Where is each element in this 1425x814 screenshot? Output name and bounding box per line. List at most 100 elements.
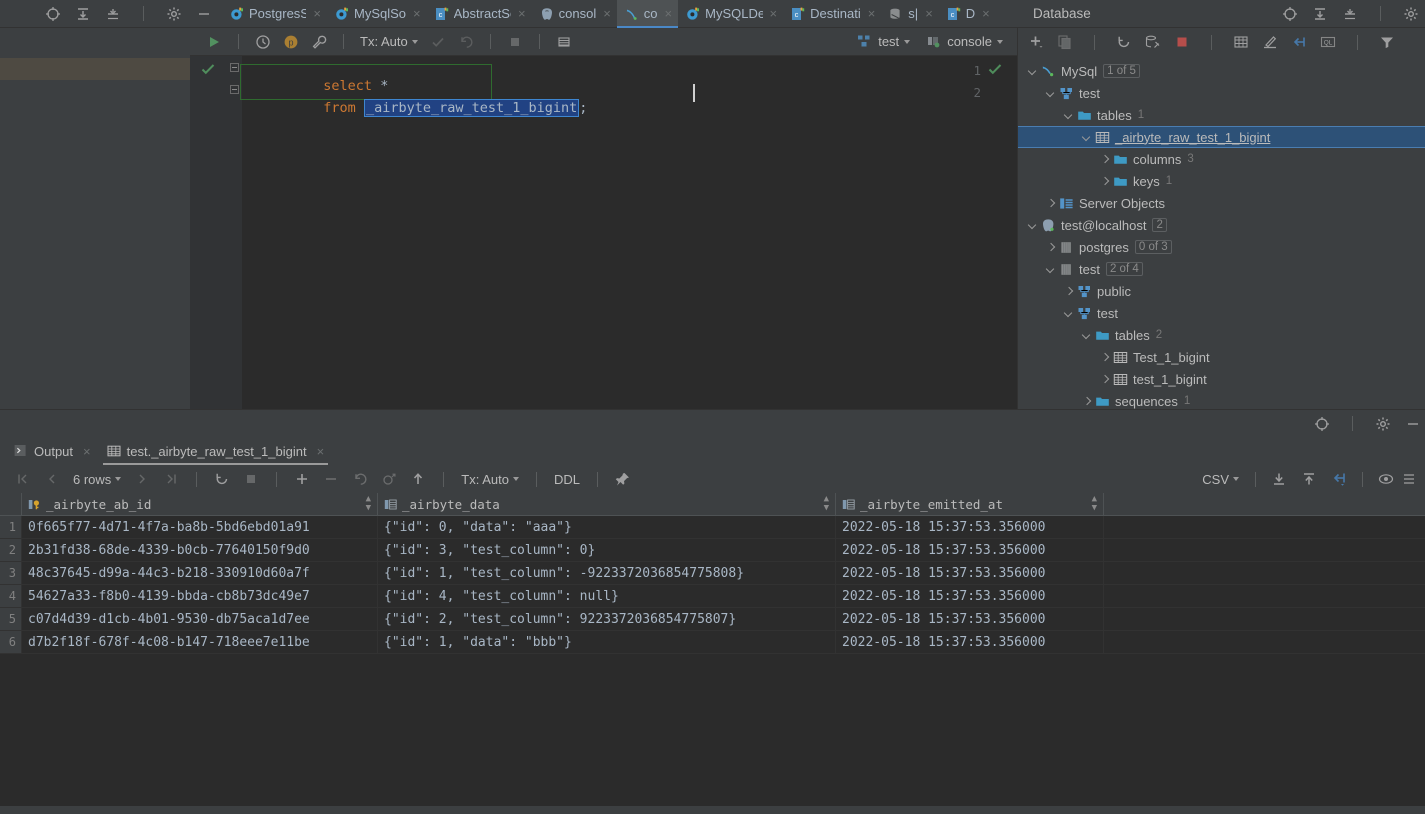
session-chip[interactable]: console (926, 34, 1003, 50)
cell-airbyte-data[interactable]: {"id": 4, "test_column": null} (378, 585, 836, 607)
gear-icon[interactable] (1403, 6, 1419, 22)
chevron-right-icon[interactable] (1098, 175, 1111, 188)
hide-panel-icon[interactable] (196, 6, 212, 22)
submit-icon[interactable] (410, 471, 426, 487)
close-icon[interactable]: × (770, 6, 778, 21)
close-icon[interactable]: × (83, 444, 91, 459)
editor-tab-postgress[interactable]: PostgresS × (222, 0, 327, 28)
tree-node-test-1-bigint[interactable]: Test_1_bigint (1018, 346, 1425, 368)
add-row-icon[interactable] (294, 471, 310, 487)
grid-tx-mode-selector[interactable]: Tx: Auto (461, 472, 519, 487)
tree-node-test[interactable]: test (1018, 82, 1425, 104)
tree-node-postgres[interactable]: postgres 0 of 3 (1018, 236, 1425, 258)
refresh-icon[interactable] (1116, 34, 1132, 50)
tree-node-test[interactable]: test 2 of 4 (1018, 258, 1425, 280)
pin-tab-icon[interactable] (615, 471, 631, 487)
chevron-down-icon[interactable] (1026, 65, 1039, 78)
result-tab-test-airbyte-raw-test-1-bigint[interactable]: test._airbyte_raw_test_1_bigint × (99, 437, 333, 465)
editor-tab-consol[interactable]: consol × (532, 0, 617, 28)
tree-node-columns[interactable]: columns 3 (1018, 148, 1425, 170)
cell-airbyte-ab-id[interactable]: 0f665f77-4d71-4f7a-ba8b-5bd6ebd01a91 (22, 516, 378, 538)
table-row[interactable]: 5 c07d4d39-d1cb-4b01-9530-db75aca1d7ee {"i… (0, 608, 1425, 631)
chevron-down-icon[interactable] (1080, 131, 1093, 144)
cell-airbyte-ab-id[interactable]: 2b31fd38-68de-4339-b0cb-77640150f9d0 (22, 539, 378, 561)
gear-icon[interactable] (1375, 416, 1391, 432)
tree-node--airbyte-raw-test-1-bigint[interactable]: _airbyte_raw_test_1_bigint (1018, 126, 1425, 148)
grid-column-header--airbyte-ab-id[interactable]: _airbyte_ab_id ▲ ▼ (22, 493, 378, 515)
editor-tab-co[interactable]: co × (616, 0, 679, 28)
chevron-right-icon[interactable] (1080, 395, 1093, 408)
show-output-icon[interactable] (556, 34, 572, 50)
sort-toggle-icon[interactable]: ▲ ▼ (824, 495, 829, 513)
filter-icon[interactable] (1379, 34, 1395, 50)
chevron-down-icon[interactable] (1080, 329, 1093, 342)
close-icon[interactable]: × (665, 6, 673, 21)
stop-refresh-icon[interactable] (1174, 34, 1190, 50)
cell-airbyte-data[interactable]: {"id": 3, "test_column": 0} (378, 539, 836, 561)
add-data-source-icon[interactable] (1028, 34, 1044, 50)
editor-tab-mysqlso[interactable]: MySqlSo × (327, 0, 427, 28)
locate-icon[interactable] (45, 6, 61, 22)
reload-page-icon[interactable] (214, 471, 230, 487)
close-icon[interactable]: × (925, 6, 933, 21)
schema-chip[interactable]: test (857, 34, 911, 50)
tree-node-test-1-bigint[interactable]: test_1_bigint (1018, 368, 1425, 390)
close-icon[interactable]: × (413, 6, 421, 21)
chevron-down-icon[interactable] (1044, 263, 1057, 276)
query-language-icon[interactable]: QL (1320, 34, 1336, 50)
postgres-dialect-icon[interactable]: p (283, 34, 299, 50)
cell-airbyte-emitted-at[interactable]: 2022-05-18 15:37:53.356000 (836, 608, 1104, 630)
table-row[interactable]: 2 2b31fd38-68de-4339-b0cb-77640150f9d0 {"i… (0, 539, 1425, 562)
cell-airbyte-data[interactable]: {"id": 1, "data": "bbb"} (378, 631, 836, 653)
cell-airbyte-data[interactable]: {"id": 2, "test_column": 922337203685477… (378, 608, 836, 630)
editor-tab-s-[interactable]: s| × (881, 0, 938, 28)
view-as-icon[interactable] (1378, 471, 1394, 487)
chevron-right-icon[interactable] (1098, 153, 1111, 166)
hide-panel-icon[interactable] (1405, 416, 1421, 432)
grid-settings-icon[interactable] (1401, 471, 1417, 487)
table-row[interactable]: 3 48c37645-d99a-44c3-b218-330910d60a7f {"i… (0, 562, 1425, 585)
cell-airbyte-ab-id[interactable]: c07d4d39-d1cb-4b01-9530-db75aca1d7ee (22, 608, 378, 630)
table-row[interactable]: 1 0f665f77-4d71-4f7a-ba8b-5bd6ebd01a91 {"i… (0, 516, 1425, 539)
ddl-button[interactable]: DDL (554, 472, 580, 487)
locate-icon[interactable] (1314, 416, 1330, 432)
sql-editor[interactable]: 1 2 select * from _airbyte_raw_test_1_bi… (190, 56, 1017, 409)
export-to-file-icon[interactable] (1271, 471, 1287, 487)
tree-node-mysql[interactable]: MySql 1 of 5 (1018, 60, 1425, 82)
close-icon[interactable]: × (317, 444, 325, 459)
grid-body[interactable]: 1 0f665f77-4d71-4f7a-ba8b-5bd6ebd01a91 {"i… (0, 516, 1425, 654)
close-icon[interactable]: × (518, 6, 526, 21)
sort-toggle-icon[interactable]: ▲ ▼ (366, 495, 371, 513)
open-table-editor-icon[interactable] (1233, 34, 1249, 50)
grid-column-header--airbyte-data[interactable]: _airbyte_data ▲ ▼ (378, 493, 836, 515)
tree-node-tables[interactable]: tables 1 (1018, 104, 1425, 126)
tree-node-tables[interactable]: tables 2 (1018, 324, 1425, 346)
run-icon[interactable] (206, 34, 222, 50)
chevron-right-icon[interactable] (1062, 285, 1075, 298)
chevron-down-icon[interactable] (1062, 307, 1075, 320)
cell-airbyte-emitted-at[interactable]: 2022-05-18 15:37:53.356000 (836, 585, 1104, 607)
close-icon[interactable]: × (603, 6, 611, 21)
expand-all-icon[interactable] (1312, 6, 1328, 22)
row-count-selector[interactable]: 6 rows (73, 472, 122, 487)
collapse-all-icon[interactable] (1342, 6, 1358, 22)
expand-all-icon[interactable] (75, 6, 91, 22)
cell-airbyte-emitted-at[interactable]: 2022-05-18 15:37:53.356000 (836, 562, 1104, 584)
editor-tab-destinati[interactable]: c Destinati × (783, 0, 881, 28)
jump-to-console-icon[interactable] (1331, 471, 1347, 487)
database-tree[interactable]: MySql 1 of 5 test tables 1 _airbyte_raw_test_… (1018, 56, 1425, 409)
close-icon[interactable]: × (313, 6, 321, 21)
tree-node-server-objects[interactable]: Server Objects (1018, 192, 1425, 214)
cell-airbyte-ab-id[interactable]: 54627a33-f8b0-4139-bbda-cb8b73dc49e7 (22, 585, 378, 607)
wrench-icon[interactable] (311, 34, 327, 50)
result-data-grid[interactable]: _airbyte_ab_id ▲ ▼ _airbyte_data ▲ ▼ _airbyte_… (0, 493, 1425, 654)
code-fold-icon[interactable] (230, 63, 239, 72)
chevron-down-icon[interactable] (1062, 109, 1075, 122)
history-icon[interactable] (255, 34, 271, 50)
tree-node-keys[interactable]: keys 1 (1018, 170, 1425, 192)
chevron-right-icon[interactable] (1044, 241, 1057, 254)
editor-tab-d[interactable]: c D × (939, 0, 996, 28)
editor-tab-mysqldesti[interactable]: MySQLDesti × (678, 0, 783, 28)
cell-airbyte-emitted-at[interactable]: 2022-05-18 15:37:53.356000 (836, 631, 1104, 653)
cell-airbyte-emitted-at[interactable]: 2022-05-18 15:37:53.356000 (836, 539, 1104, 561)
